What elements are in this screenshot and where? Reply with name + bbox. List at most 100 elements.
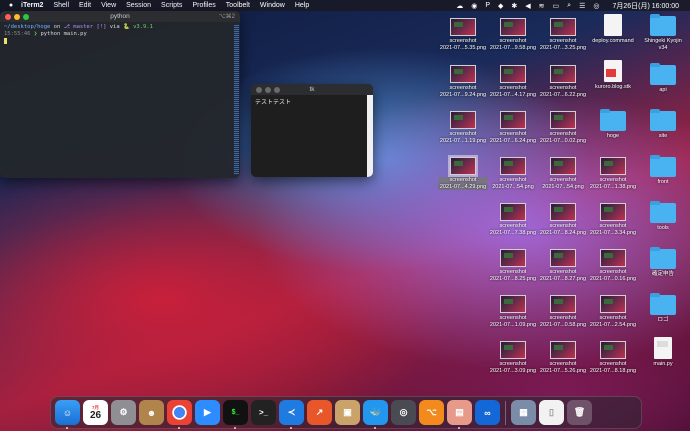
desktop-file-screenshot[interactable]: screenshot 2021-07...4.17.png bbox=[488, 65, 538, 98]
menu-shell[interactable]: Shell bbox=[48, 2, 74, 9]
contacts-icon[interactable]: ☻ bbox=[139, 400, 164, 425]
zoom-icon[interactable]: ▶ bbox=[195, 400, 220, 425]
desktop-folder-kakutei[interactable]: 確定申告 bbox=[638, 247, 688, 278]
file-label-sub: 2021-07...5.35.png bbox=[439, 44, 487, 51]
file-label-sub: 2021-07...0.16.png bbox=[589, 275, 637, 282]
desktop-file-screenshot[interactable]: screenshot 2021-07...0.02.png bbox=[538, 111, 588, 144]
desktop-file-screenshot[interactable]: screenshot 2021-07...7.38.png bbox=[488, 203, 538, 236]
finder-icon[interactable]: ☺ bbox=[55, 400, 80, 429]
desktop-file-screenshot[interactable]: screenshot 2021-07...2.54.png bbox=[588, 295, 638, 328]
menu-toolbelt[interactable]: Toolbelt bbox=[221, 2, 255, 9]
file-label-sub: 2021-07...1.19.png bbox=[439, 137, 487, 144]
running-indicator bbox=[374, 427, 376, 429]
desktop-folder-site[interactable]: site bbox=[638, 109, 688, 140]
infinity-app-icon[interactable]: ∞ bbox=[475, 400, 500, 425]
desktop-file-screenshot[interactable]: screenshot 2021-07...0.16.png bbox=[588, 249, 638, 282]
desktop-file-screenshot[interactable]: screenshot 2021-07...6.24.png bbox=[488, 111, 538, 144]
wifi-icon[interactable]: ≋ bbox=[539, 2, 545, 10]
desktop-file-kuroro[interactable]: kuroro.blog.stk bbox=[588, 60, 638, 91]
camera-icon[interactable]: ◉ bbox=[471, 2, 477, 10]
desktop-file-screenshot[interactable]: screenshot 2021-07...5.26.png bbox=[538, 341, 588, 374]
desktop-file-screenshot[interactable]: screenshot 2021-07...5.35.png bbox=[438, 18, 488, 51]
menu-clock[interactable]: 7月26日(月) 16:00:00 bbox=[607, 1, 684, 11]
desktop-file-screenshot[interactable]: screenshot 2021-07...9.58.png bbox=[488, 18, 538, 51]
desktop-file-screenshot[interactable]: screenshot 2021-07...3.09.png bbox=[488, 341, 538, 374]
terminal-scrollbar[interactable] bbox=[234, 25, 239, 175]
apple-menu-icon[interactable]: ● bbox=[6, 2, 16, 9]
desktop-file-screenshot[interactable]: screenshot 2021-07...54.png bbox=[488, 157, 538, 190]
desktop-file-screenshot[interactable]: screenshot 2021-07...8.25.png bbox=[488, 249, 538, 282]
folder-icon bbox=[650, 14, 676, 36]
menu-app-iterm2[interactable]: iTerm2 bbox=[16, 2, 48, 9]
system-preferences-icon[interactable]: ⚙ bbox=[111, 400, 136, 425]
menu-session[interactable]: Session bbox=[121, 2, 156, 9]
tk-content[interactable]: テストテスト bbox=[251, 95, 373, 177]
screenshot-thumbnail bbox=[500, 157, 526, 175]
battery-icon[interactable]: ▭ bbox=[553, 2, 560, 10]
trash-icon[interactable]: 🗑 bbox=[567, 400, 592, 425]
prompt-line-2: 15:55:46 ❯ python main.py bbox=[4, 31, 236, 38]
file-label-sub: 2021-07...1.09.png bbox=[489, 321, 537, 328]
chrome-icon[interactable] bbox=[167, 400, 192, 429]
folder-label-sub: v34 bbox=[658, 44, 668, 51]
menu-profiles[interactable]: Profiles bbox=[187, 2, 220, 9]
desktop-folder-front[interactable]: front bbox=[638, 155, 688, 186]
dropbox-icon[interactable]: ◆ bbox=[498, 2, 503, 10]
docker-icon[interactable]: 🐳 bbox=[363, 400, 388, 429]
dock: ☺ 7月 26 ⚙ ☻ ▶ $_ >_ ≺ ↗ ▣ 🐳 ◎ ⌥ ▤ ∞ ▦ ▯ … bbox=[50, 396, 642, 429]
terminal-window[interactable]: python ⌥⌘2 ~/desktop/hoge on ⎇ master [!… bbox=[0, 11, 240, 178]
screenshot-thumbnail bbox=[500, 65, 526, 83]
vscode-icon[interactable]: ≺ bbox=[279, 400, 304, 429]
desktop-file-screenshot[interactable]: screenshot 2021-07...8.27.png bbox=[538, 249, 588, 282]
search-icon[interactable]: ⌕ bbox=[567, 2, 571, 10]
desktop-folder-api[interactable]: api bbox=[638, 63, 688, 94]
desktop-file-screenshot[interactable]: screenshot 2021-07...9.24.png bbox=[438, 65, 488, 98]
quicktime-icon[interactable]: ◎ bbox=[391, 400, 416, 425]
screenshot-thumbnail bbox=[600, 157, 626, 175]
control-center-icon[interactable]: ☰ bbox=[579, 2, 585, 10]
menu-window[interactable]: Window bbox=[255, 2, 290, 9]
sourcetree-icon[interactable]: ⌥ bbox=[419, 400, 444, 425]
desktop-file-screenshot-selected[interactable]: screenshot 2021-07...4.29.png bbox=[438, 155, 488, 190]
bluetooth-icon[interactable]: ✱ bbox=[511, 2, 517, 10]
desktop-file-main-py[interactable]: main.py bbox=[638, 337, 688, 368]
downloads-stack-icon[interactable]: ▦ bbox=[511, 400, 536, 425]
paste-icon[interactable]: P bbox=[485, 2, 490, 9]
desktop-folder-hoge[interactable]: hoge bbox=[588, 109, 638, 140]
chart-app-icon[interactable]: ↗ bbox=[307, 400, 332, 425]
desktop-folder-logo[interactable]: ロゴ bbox=[638, 293, 688, 324]
siri-icon[interactable]: ◎ bbox=[593, 2, 599, 10]
desktop-file-screenshot[interactable]: screenshot 2021-07...54.png bbox=[538, 157, 588, 190]
desktop-file-screenshot[interactable]: screenshot 2021-07...8.18.png bbox=[588, 341, 638, 374]
tk-titlebar[interactable]: tk bbox=[251, 84, 373, 95]
menu-scripts[interactable]: Scripts bbox=[156, 2, 187, 9]
git-branch-icon: ⎇ bbox=[63, 24, 70, 30]
menu-help[interactable]: Help bbox=[290, 2, 314, 9]
desktop-file-screenshot[interactable]: screenshot 2021-07...1.38.png bbox=[588, 157, 638, 190]
volume-icon[interactable]: ◀ bbox=[525, 2, 530, 10]
terminal-titlebar[interactable]: python ⌥⌘2 bbox=[0, 11, 240, 22]
desktop-folder-shingeki[interactable]: Shingeki Kyojin v34 bbox=[638, 14, 688, 51]
desktop-file-screenshot[interactable]: screenshot 2021-07...6.22.png bbox=[538, 65, 588, 98]
screenshot-thumbnail bbox=[448, 155, 478, 177]
terminal-icon[interactable]: >_ bbox=[251, 400, 276, 425]
desktop-file-screenshot[interactable]: screenshot 2021-07...3.34.png bbox=[588, 203, 638, 236]
desktop-file-screenshot[interactable]: screenshot 2021-07...1.09.png bbox=[488, 295, 538, 328]
desktop-file-screenshot[interactable]: screenshot 2021-07...8.24.png bbox=[538, 203, 588, 236]
calendar-icon[interactable]: 7月 26 bbox=[83, 400, 108, 425]
desktop-folder-tools[interactable]: tools bbox=[638, 201, 688, 232]
iterm-icon[interactable]: $_ bbox=[223, 400, 248, 429]
document-stack-icon[interactable]: ▯ bbox=[539, 400, 564, 425]
menu-edit[interactable]: Edit bbox=[74, 2, 96, 9]
desktop-file-screenshot[interactable]: screenshot 2021-07...0.58.png bbox=[538, 295, 588, 328]
cloud-icon[interactable]: ☁ bbox=[456, 2, 463, 10]
desktop-file-screenshot[interactable]: screenshot 2021-07...3.25.png bbox=[538, 18, 588, 51]
package-app-icon[interactable]: ▣ bbox=[335, 400, 360, 425]
desktop-file-deploy-command[interactable]: deploy.command bbox=[588, 14, 638, 45]
file-label-sub: 2021-07...8.18.png bbox=[589, 367, 637, 374]
preview-app-icon[interactable]: ▤ bbox=[447, 400, 472, 429]
menu-view[interactable]: View bbox=[96, 2, 121, 9]
tk-window[interactable]: tk テストテスト bbox=[251, 84, 373, 177]
terminal-content[interactable]: ~/desktop/hoge on ⎇ master [!] via 🐍 v3.… bbox=[0, 22, 240, 48]
desktop-file-screenshot[interactable]: screenshot 2021-07...1.19.png bbox=[438, 111, 488, 144]
